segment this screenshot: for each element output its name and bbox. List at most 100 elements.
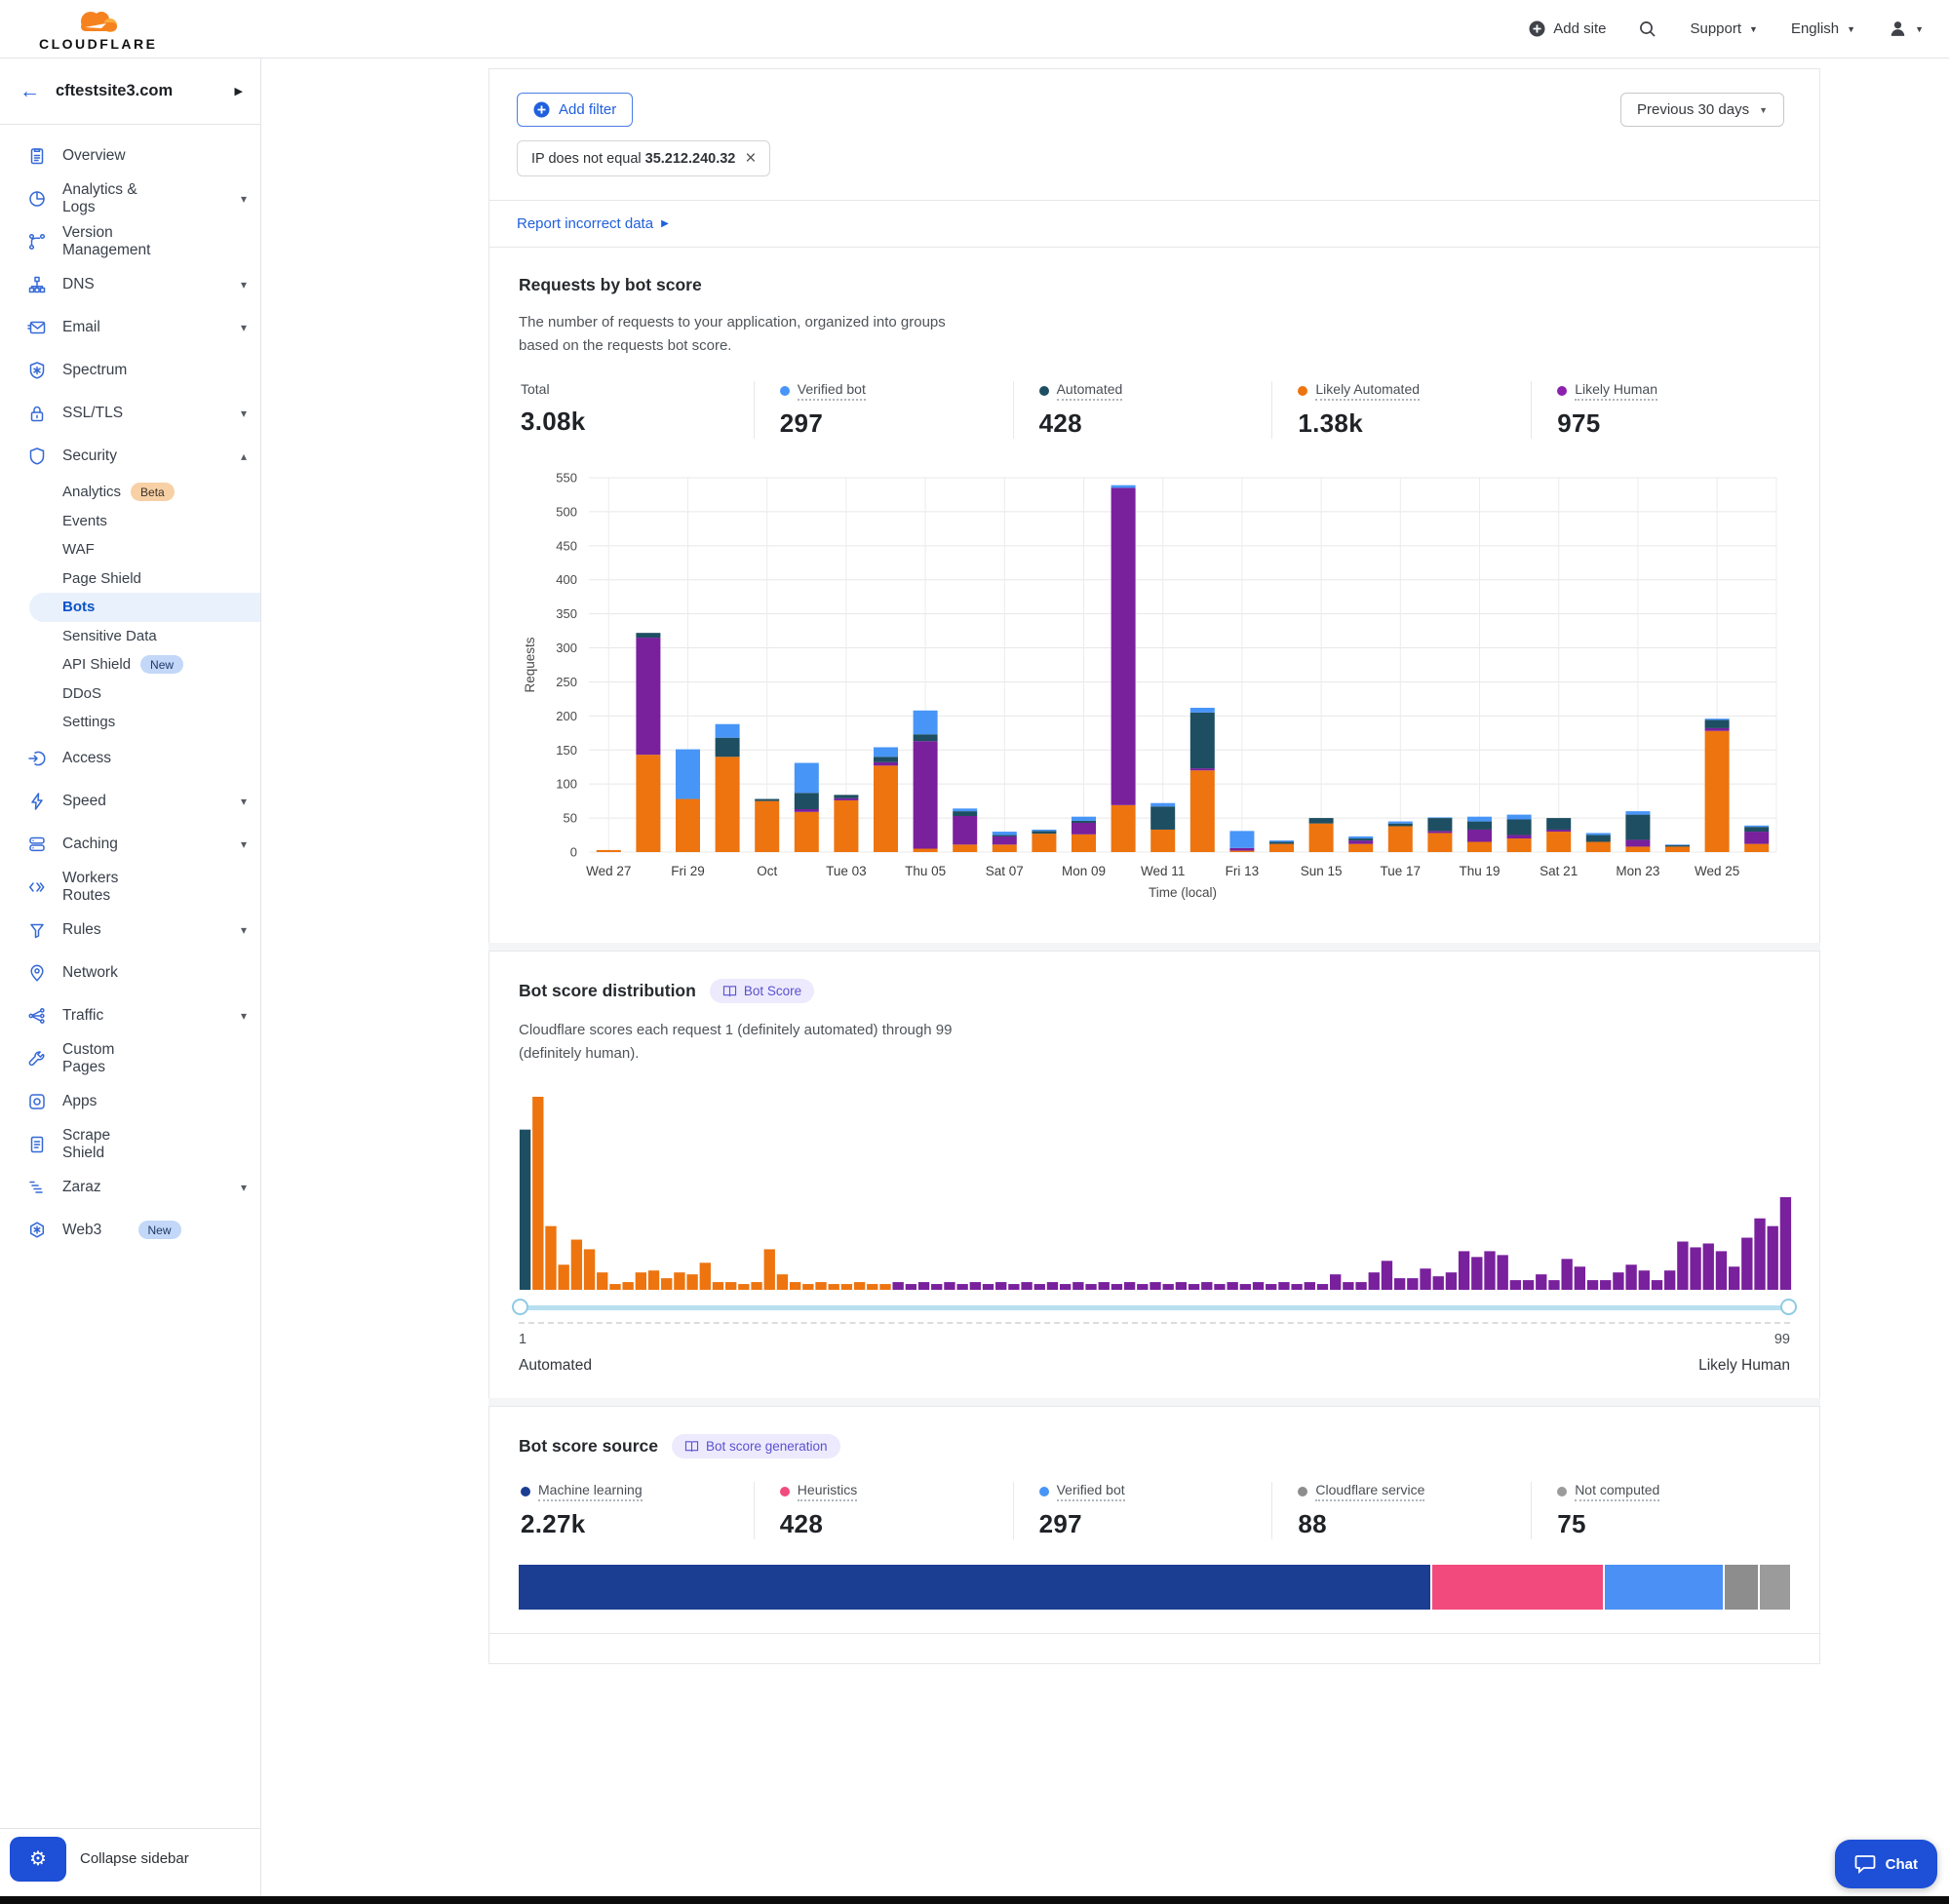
stat-value: 428 [780, 1509, 1013, 1539]
sidebar-item-workers-routes[interactable]: Workers Routes [0, 866, 260, 909]
sidebar-subitem-security-analytics[interactable]: AnalyticsBeta [0, 478, 260, 507]
sidebar-item-spectrum[interactable]: Spectrum [0, 349, 260, 392]
sidebar-item-label: Caching [62, 835, 151, 853]
svg-text:350: 350 [556, 606, 577, 621]
sidebar-subitem-waf[interactable]: WAF [0, 535, 260, 564]
sidebar-item-security[interactable]: Security▴ [0, 435, 260, 478]
sidebar-item-overview[interactable]: Overview [0, 135, 260, 177]
svg-text:Thu 05: Thu 05 [905, 864, 946, 878]
settings-gear-button[interactable]: ⚙ [10, 1837, 66, 1882]
slider-track[interactable] [519, 1305, 1790, 1310]
score-range-slider[interactable] [519, 1297, 1790, 1320]
sidebar-item-version-management[interactable]: Version Management [0, 220, 260, 263]
sidebar-item-email[interactable]: Email▾ [0, 306, 260, 349]
source-segment-not-computed[interactable] [1760, 1565, 1790, 1610]
section-title: Bot score distribution [519, 981, 696, 1001]
language-menu[interactable]: English▼ [1791, 20, 1855, 37]
stat-verified-bot: Verified bot297 [754, 381, 1013, 439]
web3-icon [27, 1221, 47, 1240]
sidebar-item-dns[interactable]: DNS▾ [0, 263, 260, 306]
chevron-down-icon: ▾ [241, 1181, 247, 1194]
chevron-down-icon: ▾ [241, 795, 247, 808]
sidebar-item-label: Email [62, 319, 151, 336]
sidebar-item-label: Apps [62, 1093, 155, 1110]
chat-button[interactable]: Chat [1835, 1840, 1937, 1888]
search-button[interactable] [1639, 20, 1657, 38]
site-selector[interactable]: ← cftestsite3.com ▶ [0, 58, 260, 125]
histogram-ticks [519, 1322, 1790, 1324]
source-segment-machine-learning[interactable] [519, 1565, 1432, 1610]
stat-label: Not computed [1575, 1482, 1659, 1501]
sidebar-subitem-api-shield[interactable]: API ShieldNew [0, 650, 260, 680]
sidebar-item-access[interactable]: Access [0, 737, 260, 780]
sidebar-item-label: API Shield [62, 656, 131, 673]
arrow-right-icon: ▶ [661, 218, 669, 229]
sidebar-item-custom-pages[interactable]: Custom Pages [0, 1037, 260, 1080]
sidebar-subitem-bots[interactable]: Bots [29, 593, 260, 622]
stat-machine-learning: Machine learning2.27k [519, 1482, 754, 1539]
stat-value: 297 [1039, 1509, 1272, 1539]
bot-score-generation-badge[interactable]: Bot score generation [672, 1434, 840, 1458]
chevron-down-icon: ▾ [241, 1009, 247, 1023]
svg-text:50: 50 [564, 811, 577, 826]
sidebar-subitem-ddos[interactable]: DDoS [0, 680, 260, 709]
caching-icon [27, 835, 47, 854]
add-site-button[interactable]: Add site [1529, 20, 1606, 37]
zaraz-icon [27, 1178, 47, 1197]
main-content: Add filter IP does not equal 35.212.240.… [488, 58, 1820, 1896]
sidebar-footer: ⚙ Collapse sidebar [0, 1828, 260, 1888]
sidebar-item-label: Rules [62, 921, 151, 939]
sidebar-item-web3[interactable]: Web3New [0, 1209, 260, 1252]
back-arrow-icon[interactable]: ← [19, 80, 40, 103]
collapse-sidebar-button[interactable]: Collapse sidebar [80, 1850, 189, 1867]
slider-handle-max[interactable] [1780, 1299, 1797, 1315]
source-segment-heuristics[interactable] [1432, 1565, 1605, 1610]
sidebar-item-traffic[interactable]: Traffic▾ [0, 994, 260, 1037]
bot-score-histogram[interactable] [519, 1089, 1790, 1295]
svg-text:Tue 03: Tue 03 [826, 864, 867, 878]
legend-dot [1298, 386, 1307, 396]
support-menu[interactable]: Support▼ [1690, 20, 1757, 37]
chevron-down-icon: ▼ [1759, 105, 1768, 115]
legend-dot [1039, 1487, 1049, 1496]
chevron-right-icon[interactable]: ▶ [235, 85, 243, 97]
sidebar-item-zaraz[interactable]: Zaraz▾ [0, 1166, 260, 1209]
sidebar-item-label: Security [62, 447, 151, 465]
sidebar-item-analytics-logs[interactable]: Analytics & Logs▾ [0, 177, 260, 220]
requests-stacked-bar-chart[interactable]: 050100150200250300350400450500550Wed 27F… [519, 464, 1790, 919]
sidebar-subitem-settings[interactable]: Settings [0, 708, 260, 737]
sidebar-item-network[interactable]: Network [0, 952, 260, 994]
sidebar-item-rules[interactable]: Rules▾ [0, 909, 260, 952]
filter-chip[interactable]: IP does not equal 35.212.240.32 × [517, 140, 770, 176]
search-icon [1639, 20, 1657, 38]
access-icon [27, 749, 47, 768]
sidebar-subitem-sensitive-data[interactable]: Sensitive Data [0, 622, 260, 651]
cloudflare-logo[interactable]: CLOUDFLARE [39, 8, 157, 51]
close-icon[interactable]: × [745, 149, 756, 168]
sidebar-item-caching[interactable]: Caching▾ [0, 823, 260, 866]
sidebar-subitem-page-shield[interactable]: Page Shield [0, 564, 260, 594]
svg-text:200: 200 [556, 709, 577, 723]
slider-handle-min[interactable] [512, 1299, 528, 1315]
sidebar-item-ssl-tls[interactable]: SSL/TLS▾ [0, 392, 260, 435]
bot-score-badge[interactable]: Bot Score [710, 979, 814, 1003]
account-menu[interactable]: ▼ [1889, 19, 1924, 38]
add-filter-button[interactable]: Add filter [517, 93, 633, 127]
section-description: Cloudflare scores each request 1 (defini… [519, 1019, 977, 1066]
source-segment-cloudflare-service[interactable] [1725, 1565, 1760, 1610]
sidebar-item-apps[interactable]: Apps [0, 1080, 260, 1123]
source-segment-verified-bot[interactable] [1605, 1565, 1725, 1610]
date-range-dropdown[interactable]: Previous 30 days▼ [1620, 93, 1784, 127]
sidebar-item-label: Access [62, 750, 155, 767]
source-composition-bar[interactable] [519, 1565, 1790, 1610]
sidebar-item-scrape-shield[interactable]: Scrape Shield [0, 1123, 260, 1166]
sidebar-subitem-events[interactable]: Events [0, 507, 260, 536]
report-incorrect-data-link[interactable]: Report incorrect data▶ [517, 215, 669, 232]
sidebar-item-label: SSL/TLS [62, 405, 151, 422]
stat-value: 1.38k [1298, 408, 1531, 439]
legend-dot [1557, 1487, 1567, 1496]
stat-label: Total [521, 381, 550, 399]
sidebar-item-speed[interactable]: Speed▾ [0, 780, 260, 823]
legend-dot [780, 1487, 790, 1496]
sidebar-item-label: Custom Pages [62, 1041, 155, 1076]
